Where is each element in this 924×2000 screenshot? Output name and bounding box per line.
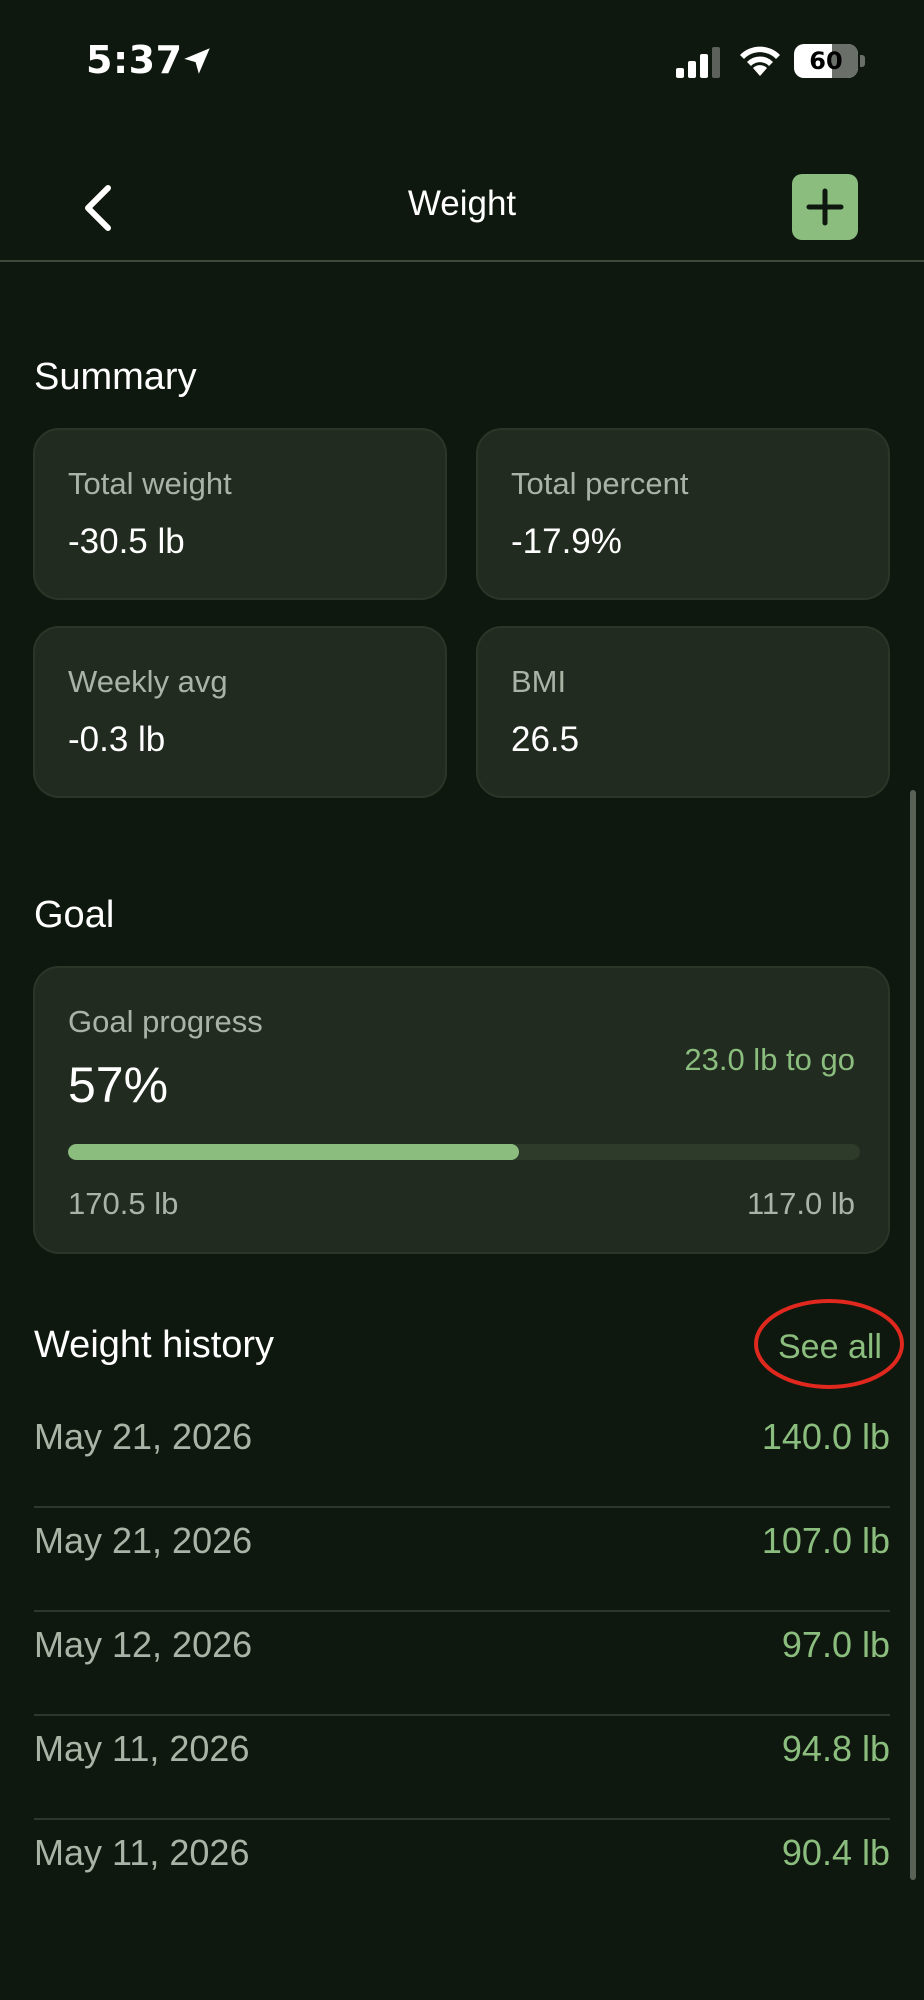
navigation-bar: Weight (0, 140, 924, 262)
cellular-signal-icon (676, 47, 720, 78)
page-title: Weight (407, 184, 517, 223)
history-weight: 107.0 lb (761, 1520, 890, 1561)
goal-progress-label: Goal progress (68, 1004, 263, 1039)
history-row[interactable]: May 21, 2026 107.0 lb (34, 1508, 890, 1612)
battery-level: 60 (809, 47, 843, 75)
total-weight-label: Total weight (68, 466, 232, 501)
scrollbar[interactable] (910, 790, 916, 1880)
battery-nub (860, 55, 865, 67)
goal-heading: Goal (34, 894, 115, 936)
goal-start-weight: 170.5 lb (68, 1186, 179, 1221)
add-entry-button[interactable] (792, 174, 858, 240)
goal-progress-percent: 57% (68, 1057, 169, 1113)
weekly-avg-card: Weekly avg -0.3 lb (33, 626, 447, 798)
history-row[interactable]: May 21, 2026 140.0 lb (34, 1404, 890, 1508)
see-all-label: See all (778, 1328, 882, 1366)
history-row[interactable]: May 12, 2026 97.0 lb (34, 1612, 890, 1716)
bmi-card: BMI 26.5 (476, 626, 890, 798)
history-date: May 11, 2026 (34, 1728, 250, 1769)
weekly-avg-label: Weekly avg (68, 664, 228, 699)
summary-heading: Summary (34, 356, 197, 398)
battery-icon: 60 (794, 44, 866, 78)
weight-history-list: May 21, 2026 140.0 lb May 21, 2026 107.0… (34, 1404, 890, 1924)
see-all-button[interactable]: See all (754, 1299, 904, 1389)
location-arrow-icon (184, 48, 210, 74)
wifi-icon (740, 46, 780, 76)
goal-card: Goal progress 57% 23.0 lb to go 170.5 lb… (33, 966, 890, 1254)
plus-icon (806, 188, 844, 226)
history-row[interactable]: May 11, 2026 90.4 lb (34, 1820, 890, 1924)
history-row[interactable]: May 11, 2026 94.8 lb (34, 1716, 890, 1820)
weight-history-heading: Weight history (34, 1324, 275, 1366)
total-weight-value: -30.5 lb (68, 522, 185, 561)
total-percent-card: Total percent -17.9% (476, 428, 890, 600)
goal-progress-bar (68, 1144, 860, 1160)
history-date: May 21, 2026 (34, 1520, 253, 1561)
weekly-avg-value: -0.3 lb (68, 720, 166, 759)
history-weight: 90.4 lb (781, 1832, 890, 1873)
status-time: 5:37 (86, 38, 183, 82)
bmi-label: BMI (511, 664, 567, 699)
history-date: May 21, 2026 (34, 1416, 253, 1457)
total-percent-label: Total percent (511, 466, 689, 501)
history-weight: 94.8 lb (781, 1728, 890, 1769)
bmi-value: 26.5 (511, 720, 580, 759)
history-weight: 97.0 lb (781, 1624, 890, 1665)
goal-target-weight: 117.0 lb (746, 1186, 855, 1221)
total-percent-value: -17.9% (511, 522, 622, 561)
history-date: May 11, 2026 (34, 1832, 250, 1873)
goal-progress-fill (68, 1144, 520, 1160)
history-weight: 140.0 lb (761, 1416, 890, 1457)
history-date: May 12, 2026 (34, 1624, 253, 1665)
total-weight-card: Total weight -30.5 lb (33, 428, 447, 600)
goal-remaining: 23.0 lb to go (684, 1042, 855, 1077)
status-bar: 5:37 60 (0, 0, 924, 120)
